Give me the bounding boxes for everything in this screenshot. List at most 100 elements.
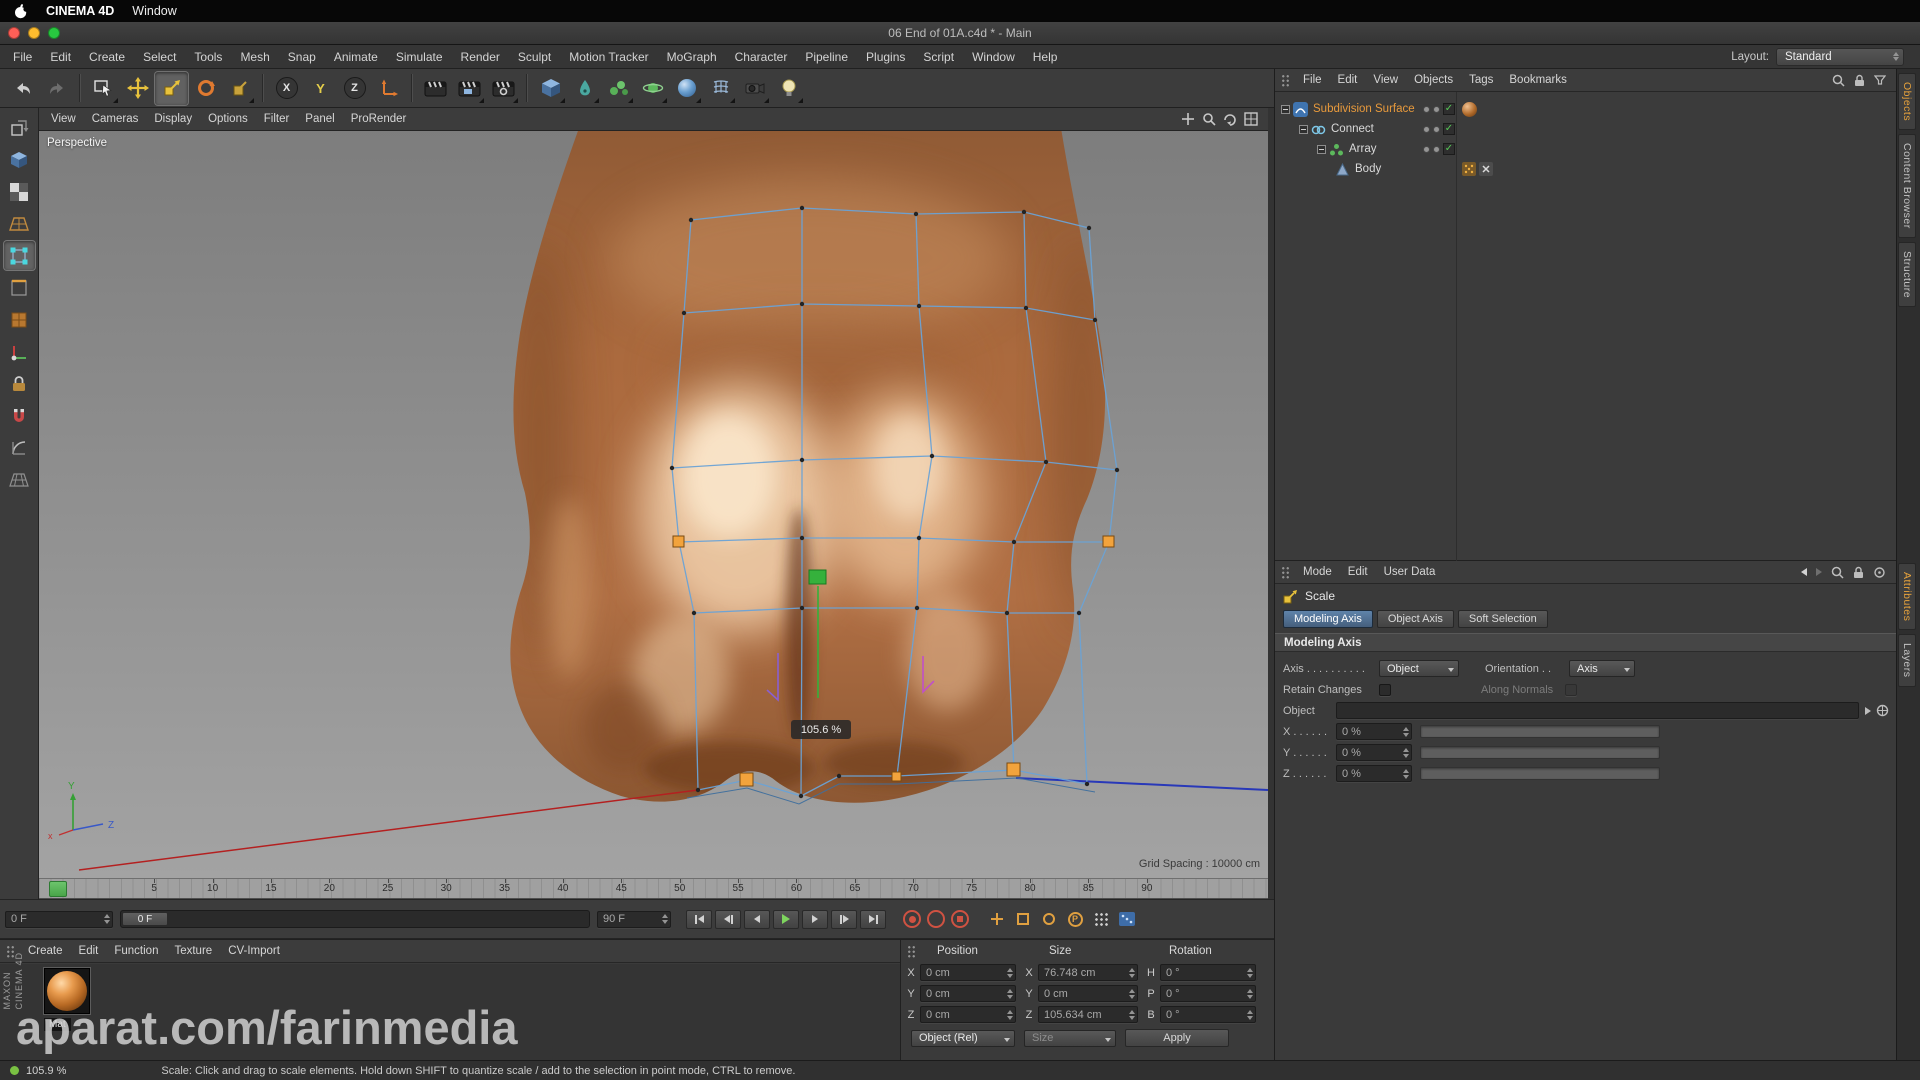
rotate-view-icon[interactable]: [1223, 112, 1237, 126]
section-header[interactable]: Modeling Axis: [1275, 633, 1897, 652]
viewport-canvas[interactable]: Y Z x: [39, 108, 1268, 878]
coordinate-mode-dropdown[interactable]: Object (Rel): [911, 1030, 1015, 1047]
previous-frame-button[interactable]: [744, 910, 770, 929]
position-y-field[interactable]: 0 cm: [920, 985, 1016, 1002]
pan-view-icon[interactable]: [1181, 112, 1195, 126]
object-label[interactable]: Array: [1349, 143, 1376, 155]
object-manager-menu-item[interactable]: File: [1295, 72, 1330, 88]
coordinate-system-button[interactable]: [372, 72, 405, 105]
object-link-field[interactable]: [1336, 702, 1859, 719]
current-frame-marker[interactable]: [49, 881, 67, 897]
timeline-ruler[interactable]: 51015202530354045505560657075808590: [39, 878, 1268, 899]
x-slider[interactable]: [1420, 725, 1660, 738]
menu-item[interactable]: Motion Tracker: [560, 47, 657, 67]
viewport-menu-item[interactable]: Panel: [297, 111, 342, 127]
panel-grip-icon[interactable]: [1281, 74, 1290, 87]
quantize-button[interactable]: [4, 433, 35, 462]
apple-logo-icon[interactable]: [14, 4, 28, 19]
menu-item[interactable]: Simulate: [387, 47, 452, 67]
window-menu[interactable]: Window: [132, 4, 176, 18]
menu-item[interactable]: Mesh: [231, 47, 278, 67]
search-icon[interactable]: [1831, 566, 1844, 579]
enable-check-icon[interactable]: [1443, 103, 1455, 115]
camera-menu-button[interactable]: [738, 72, 771, 105]
filter-icon[interactable]: [1874, 75, 1886, 85]
spinner-arrows-icon[interactable]: [1399, 727, 1409, 737]
workplane-mode-button[interactable]: [4, 209, 35, 238]
object-label[interactable]: Connect: [1331, 123, 1374, 135]
panel-side-tab[interactable]: Attributes: [1898, 563, 1916, 630]
snap-button[interactable]: [4, 401, 35, 430]
render-settings-button[interactable]: [487, 72, 520, 105]
menu-item[interactable]: Animate: [325, 47, 387, 67]
render-visibility-dot[interactable]: [1433, 126, 1440, 133]
z-slider[interactable]: [1420, 767, 1660, 780]
menu-item[interactable]: MoGraph: [658, 47, 726, 67]
next-frame-button[interactable]: [802, 910, 828, 929]
collapse-icon[interactable]: [1317, 145, 1326, 154]
z-value-field[interactable]: 0 %: [1336, 765, 1412, 782]
selection-tag-icon[interactable]: [1462, 162, 1476, 176]
workplane-snap-button[interactable]: [4, 465, 35, 494]
menu-item[interactable]: Select: [134, 47, 185, 67]
light-menu-button[interactable]: [772, 72, 805, 105]
object-label[interactable]: Body: [1355, 163, 1381, 175]
key-position-toggle[interactable]: [986, 910, 1008, 929]
redo-button[interactable]: [40, 72, 73, 105]
menu-item[interactable]: Script: [914, 47, 963, 67]
spinner-arrows-icon[interactable]: [658, 914, 668, 924]
lock-axis-button[interactable]: [4, 369, 35, 398]
link-picker-icon[interactable]: [1865, 707, 1871, 715]
position-x-field[interactable]: 0 cm: [920, 964, 1016, 981]
layout-dropdown[interactable]: Standard: [1776, 48, 1904, 66]
rotation-b-field[interactable]: 0 °: [1160, 1006, 1256, 1023]
enable-axis-button[interactable]: [4, 337, 35, 366]
scale-tool-button[interactable]: [155, 72, 188, 105]
material-menu-item[interactable]: Texture: [166, 943, 220, 959]
menu-item[interactable]: Plugins: [857, 47, 914, 67]
weight-tag-icon[interactable]: [1479, 162, 1493, 176]
panel-grip-icon[interactable]: [1281, 566, 1290, 579]
lock-y-axis-button[interactable]: Y: [304, 72, 337, 105]
editor-visibility-dot[interactable]: [1423, 126, 1430, 133]
object-manager-menu-item[interactable]: Tags: [1461, 72, 1501, 88]
enable-check-icon[interactable]: [1443, 123, 1455, 135]
goto-end-button[interactable]: [860, 910, 886, 929]
menu-item[interactable]: Help: [1024, 47, 1067, 67]
focus-icon[interactable]: [1873, 566, 1886, 579]
previous-key-button[interactable]: [715, 910, 741, 929]
tab-modeling-axis[interactable]: Modeling Axis: [1283, 610, 1373, 628]
panel-side-tab[interactable]: Content Browser: [1898, 134, 1916, 238]
tab-object-axis[interactable]: Object Axis: [1377, 610, 1454, 628]
menu-item[interactable]: Create: [80, 47, 134, 67]
perspective-viewport[interactable]: ViewCamerasDisplayOptionsFilterPanelProR…: [39, 108, 1268, 878]
rotation-p-field[interactable]: 0 °: [1160, 985, 1256, 1002]
position-z-field[interactable]: 0 cm: [920, 1006, 1016, 1023]
y-value-field[interactable]: 0 %: [1336, 744, 1412, 761]
size-z-field[interactable]: 105.634 cm: [1038, 1006, 1138, 1023]
menu-item[interactable]: Sculpt: [509, 47, 560, 67]
viewport-menu-item[interactable]: Options: [200, 111, 256, 127]
mograph-menu-button[interactable]: [602, 72, 635, 105]
goto-start-button[interactable]: [686, 910, 712, 929]
menu-item[interactable]: Render: [452, 47, 509, 67]
apply-button[interactable]: Apply: [1125, 1029, 1229, 1047]
minimize-window-button[interactable]: [28, 27, 40, 39]
timeline-slider[interactable]: 0 F: [120, 910, 590, 928]
rotation-h-field[interactable]: 0 °: [1160, 964, 1256, 981]
spinner-arrows-icon[interactable]: [1399, 748, 1409, 758]
object-manager-menu-item[interactable]: Bookmarks: [1501, 72, 1575, 88]
rotate-tool-button[interactable]: [189, 72, 222, 105]
edges-mode-button[interactable]: [4, 273, 35, 302]
material-tag[interactable]: [1462, 102, 1477, 117]
spinner-arrows-icon[interactable]: [1399, 769, 1409, 779]
menu-item[interactable]: Tools: [185, 47, 231, 67]
move-tool-button[interactable]: [121, 72, 154, 105]
lock-icon[interactable]: [1853, 566, 1864, 579]
points-mode-button[interactable]: [4, 241, 35, 270]
camera-label[interactable]: Perspective: [47, 137, 107, 149]
attribute-menu-item[interactable]: User Data: [1376, 564, 1444, 580]
timeline-window-button[interactable]: [1116, 910, 1138, 929]
pen-tool-button[interactable]: [568, 72, 601, 105]
menu-item[interactable]: Snap: [279, 47, 325, 67]
